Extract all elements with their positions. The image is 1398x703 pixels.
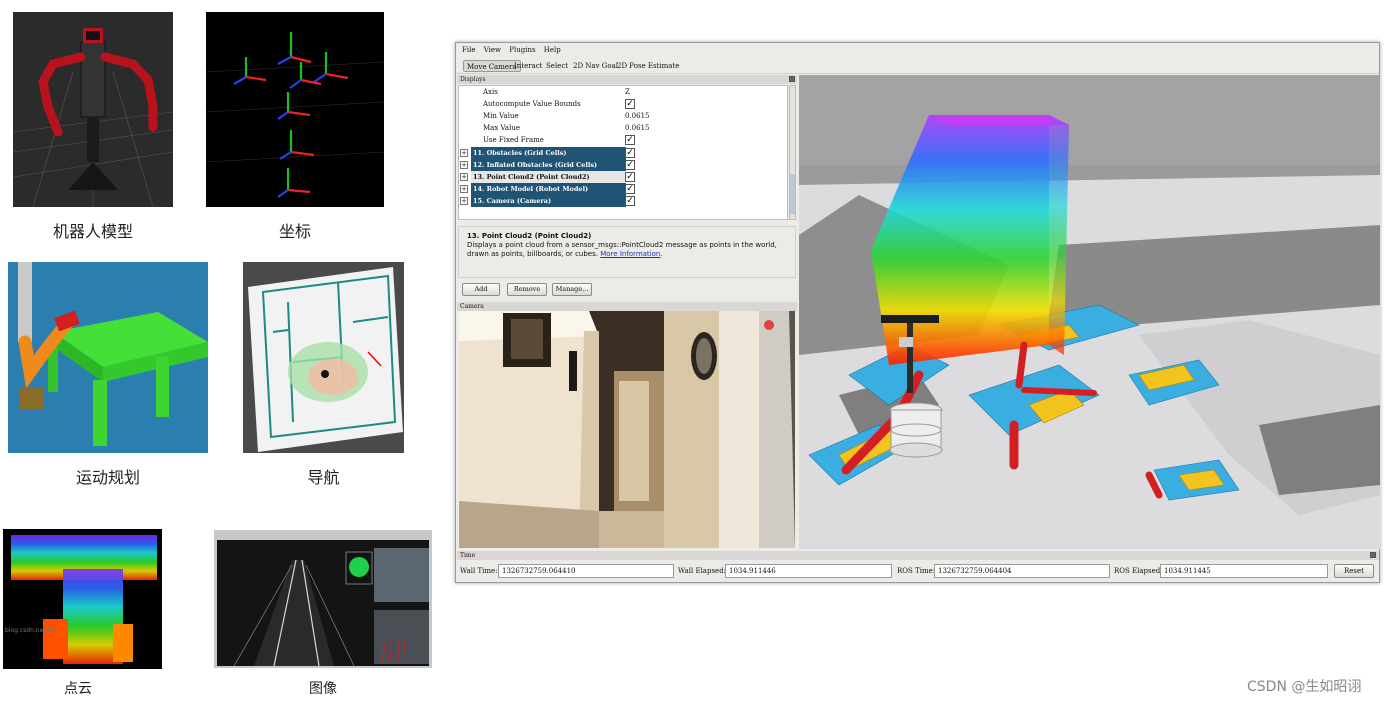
point-cloud-watermark: blog.csdn.net/bq: [5, 627, 56, 634]
navigation-image: [243, 262, 404, 453]
menu-help[interactable]: Help: [544, 46, 561, 54]
3d-render-view[interactable]: [799, 75, 1380, 549]
caption-motion-planning: 运动规划: [75, 468, 140, 487]
rviz-window: File View Plugins Help Move Camera Inter…: [455, 42, 1380, 583]
display-row[interactable]: + 12. Inflated Obstacles (Grid Cells) ✓: [459, 159, 789, 171]
expand-icon[interactable]: +: [460, 149, 468, 157]
display-robot-model[interactable]: 14. Robot Model (Robot Model): [471, 183, 626, 195]
caption-coordinates: 坐标: [278, 222, 311, 241]
ros-elapsed-field[interactable]: 1034.911445: [1160, 564, 1328, 578]
caption-point-cloud: 点云: [64, 681, 92, 697]
checkbox-display-enabled[interactable]: ✓: [625, 196, 635, 206]
ros-elapsed-label: ROS Elapsed:: [1114, 567, 1163, 575]
csdn-watermark: CSDN @生如昭诩: [1247, 679, 1362, 695]
reset-button[interactable]: Reset: [1334, 564, 1374, 578]
caption-robot-model: 机器人模型: [52, 222, 133, 241]
point-cloud-image: blog.csdn.net/bq: [3, 529, 162, 669]
property-key: Max Value: [483, 124, 520, 132]
more-information-link[interactable]: More Information: [600, 250, 660, 258]
remove-button[interactable]: Remove: [507, 283, 547, 296]
property-row[interactable]: Min Value 0.0615: [459, 110, 789, 122]
wall-elapsed-field[interactable]: 1034.911446: [725, 564, 892, 578]
displays-title: Displays: [460, 76, 486, 83]
display-row[interactable]: + 13. Point Cloud2 (Point Cloud2) ✓: [459, 171, 789, 183]
display-row[interactable]: + 11. Obstacles (Grid Cells) ✓: [459, 147, 789, 159]
wall-elapsed-label: Wall Elapsed:: [678, 567, 727, 575]
caption-image: 图像: [309, 681, 337, 697]
camera-panel-header: Camera: [457, 302, 797, 311]
menu-plugins[interactable]: Plugins: [509, 46, 535, 54]
property-key: Autocompute Value Bounds: [483, 100, 581, 108]
checkbox-display-enabled[interactable]: ✓: [625, 184, 635, 194]
property-row[interactable]: Max Value 0.0615: [459, 122, 789, 134]
display-row[interactable]: + 15. Camera (Camera) ✓: [459, 195, 789, 207]
display-camera[interactable]: 15. Camera (Camera): [471, 195, 626, 207]
close-icon[interactable]: [1370, 552, 1376, 558]
camera-view[interactable]: [459, 311, 795, 548]
tool-interact[interactable]: Interact: [511, 60, 545, 72]
time-panel-header: Time: [457, 551, 1379, 560]
expand-icon[interactable]: +: [460, 197, 468, 205]
displays-panel-header: Displays: [457, 75, 797, 84]
expand-icon[interactable]: +: [460, 185, 468, 193]
property-key: Min Value: [483, 112, 519, 120]
ros-time-field[interactable]: 1326732759.064404: [934, 564, 1110, 578]
figure-canvas: { "gallery": { "robot_model": "机器人模型", "…: [0, 0, 1398, 703]
motion-planning-image: [8, 262, 208, 453]
display-point-cloud2[interactable]: 13. Point Cloud2 (Point Cloud2): [471, 171, 626, 183]
camera-title: Camera: [460, 303, 484, 310]
display-description: 13. Point Cloud2 (Point Cloud2) Displays…: [458, 226, 796, 278]
image-view-image: [214, 530, 432, 668]
wall-time-label: Wall Time:: [460, 567, 498, 575]
displays-scrollbar[interactable]: [789, 85, 796, 220]
display-inflated-obstacles[interactable]: 12. Inflated Obstacles (Grid Cells): [471, 159, 626, 171]
checkbox-display-enabled[interactable]: ✓: [625, 160, 635, 170]
display-obstacles[interactable]: 11. Obstacles (Grid Cells): [471, 147, 626, 159]
expand-icon[interactable]: +: [460, 173, 468, 181]
ros-time-label: ROS Time:: [897, 567, 936, 575]
close-icon[interactable]: [789, 76, 795, 82]
menu-bar: File View Plugins Help: [456, 43, 1379, 58]
coordinates-image: [206, 12, 384, 207]
displays-tree: Axis Z Autocompute Value Bounds ✓ Min Va…: [458, 85, 788, 220]
checkbox-display-enabled[interactable]: ✓: [625, 172, 635, 182]
scrollbar-thumb[interactable]: [790, 174, 795, 214]
property-key: Axis: [483, 88, 498, 96]
time-title: Time: [460, 552, 476, 559]
property-value[interactable]: Z: [625, 86, 630, 98]
menu-view[interactable]: View: [484, 46, 501, 54]
description-title: 13. Point Cloud2 (Point Cloud2): [467, 232, 592, 240]
property-key: Use Fixed Frame: [483, 136, 544, 144]
expand-icon[interactable]: +: [460, 161, 468, 169]
tool-2d-pose-estimate[interactable]: 2D Pose Estimate: [614, 60, 682, 72]
caption-navigation: 导航: [307, 468, 340, 487]
property-row[interactable]: Use Fixed Frame ✓: [459, 134, 789, 146]
property-value[interactable]: 0.0615: [625, 122, 650, 134]
wall-time-field[interactable]: 1326732759.064410: [498, 564, 674, 578]
property-row[interactable]: Axis Z: [459, 86, 789, 98]
property-value[interactable]: 0.0615: [625, 110, 650, 122]
tool-bar: Move Camera Interact Select 2D Nav Goal …: [456, 58, 1379, 74]
checkbox-autocompute[interactable]: ✓: [625, 99, 635, 109]
property-row[interactable]: Autocompute Value Bounds ✓: [459, 98, 789, 110]
tool-select[interactable]: Select: [543, 60, 571, 72]
menu-file[interactable]: File: [462, 46, 475, 54]
manage-button[interactable]: Manage...: [552, 283, 592, 296]
checkbox-display-enabled[interactable]: ✓: [625, 148, 635, 158]
robot-model-image: [13, 12, 173, 207]
display-row[interactable]: + 14. Robot Model (Robot Model) ✓: [459, 183, 789, 195]
add-button[interactable]: Add: [462, 283, 500, 296]
checkbox-use-fixed-frame[interactable]: ✓: [625, 135, 635, 145]
